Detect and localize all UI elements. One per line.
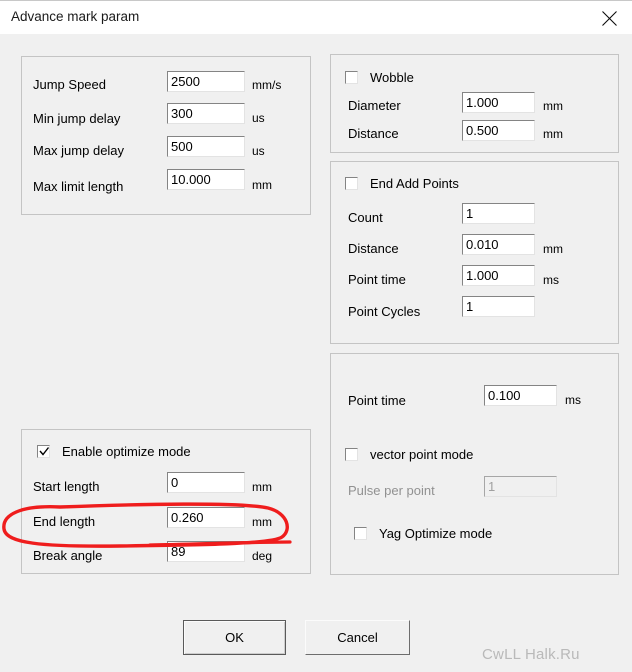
- max-limit-length-input[interactable]: 10.000: [167, 169, 245, 190]
- watermark-text: CwLL Halk.Ru: [482, 646, 580, 663]
- break-angle-unit: deg: [252, 549, 273, 563]
- count-label: Count: [348, 210, 383, 225]
- min-jump-delay-label: Min jump delay: [33, 111, 121, 126]
- start-length-label: Start length: [33, 479, 100, 494]
- point-time-unit: ms: [565, 393, 581, 407]
- max-limit-length-label: Max limit length: [33, 179, 124, 194]
- wobble-label: Wobble: [370, 70, 414, 85]
- wobble-distance-input[interactable]: 0.500: [462, 120, 535, 141]
- eap-distance-input[interactable]: 0.010: [462, 234, 535, 255]
- break-angle-input[interactable]: 89: [167, 541, 245, 562]
- start-length-unit: mm: [252, 480, 272, 494]
- jump-speed-unit: mm/s: [252, 78, 282, 92]
- max-jump-delay-label: Max jump delay: [33, 143, 125, 158]
- advance-mark-param-dialog: Advance mark param Jump Speed 2500 mm/s …: [0, 0, 632, 672]
- ok-button[interactable]: OK: [183, 620, 286, 655]
- wobble-diameter-unit: mm: [543, 99, 563, 113]
- eap-point-time-unit: ms: [543, 273, 559, 287]
- checkbox-box: [345, 177, 358, 190]
- end-length-label: End length: [33, 514, 96, 529]
- eap-point-time-label: Point time: [348, 272, 406, 287]
- eap-point-time-input[interactable]: 1.000: [462, 265, 535, 286]
- start-length-input[interactable]: 0: [167, 472, 245, 493]
- count-input[interactable]: 1: [462, 203, 535, 224]
- max-limit-length-unit: mm: [252, 178, 272, 192]
- pulse-per-point-input: 1: [484, 476, 557, 497]
- wobble-distance-unit: mm: [543, 127, 563, 141]
- point-cycles-input[interactable]: 1: [462, 296, 535, 317]
- max-jump-delay-input[interactable]: 500: [167, 136, 245, 157]
- checkbox-box: [345, 71, 358, 84]
- end-add-points-label: End Add Points: [370, 176, 459, 191]
- checkbox-box: [354, 527, 367, 540]
- point-time-label: Point time: [348, 393, 406, 408]
- vector-point-mode-label: vector point mode: [370, 447, 474, 462]
- enable-optimize-mode-label: Enable optimize mode: [62, 444, 191, 459]
- window-title: Advance mark param: [11, 9, 140, 24]
- wobble-diameter-input[interactable]: 1.000: [462, 92, 535, 113]
- min-jump-delay-unit: us: [252, 111, 265, 125]
- close-icon[interactable]: [586, 1, 632, 33]
- checkbox-box: [37, 445, 50, 458]
- point-mode-group: [330, 353, 619, 575]
- eap-distance-label: Distance: [348, 241, 399, 256]
- min-jump-delay-input[interactable]: 300: [167, 103, 245, 124]
- wobble-diameter-label: Diameter: [348, 98, 401, 113]
- cancel-button[interactable]: Cancel: [305, 620, 410, 655]
- wobble-distance-label: Distance: [348, 126, 399, 141]
- end-length-input[interactable]: 0.260: [167, 507, 245, 528]
- pulse-per-point-label: Pulse per point: [348, 483, 435, 498]
- point-time-input[interactable]: 0.100: [484, 385, 557, 406]
- checkbox-box: [345, 448, 358, 461]
- jump-speed-label: Jump Speed: [33, 77, 106, 92]
- max-jump-delay-unit: us: [252, 144, 265, 158]
- break-angle-label: Break angle: [33, 548, 103, 563]
- point-cycles-label: Point Cycles: [348, 304, 421, 319]
- yag-optimize-mode-label: Yag Optimize mode: [379, 526, 493, 541]
- end-length-unit: mm: [252, 515, 272, 529]
- title-bar: Advance mark param: [0, 1, 632, 35]
- jump-speed-input[interactable]: 2500: [167, 71, 245, 92]
- eap-distance-unit: mm: [543, 242, 563, 256]
